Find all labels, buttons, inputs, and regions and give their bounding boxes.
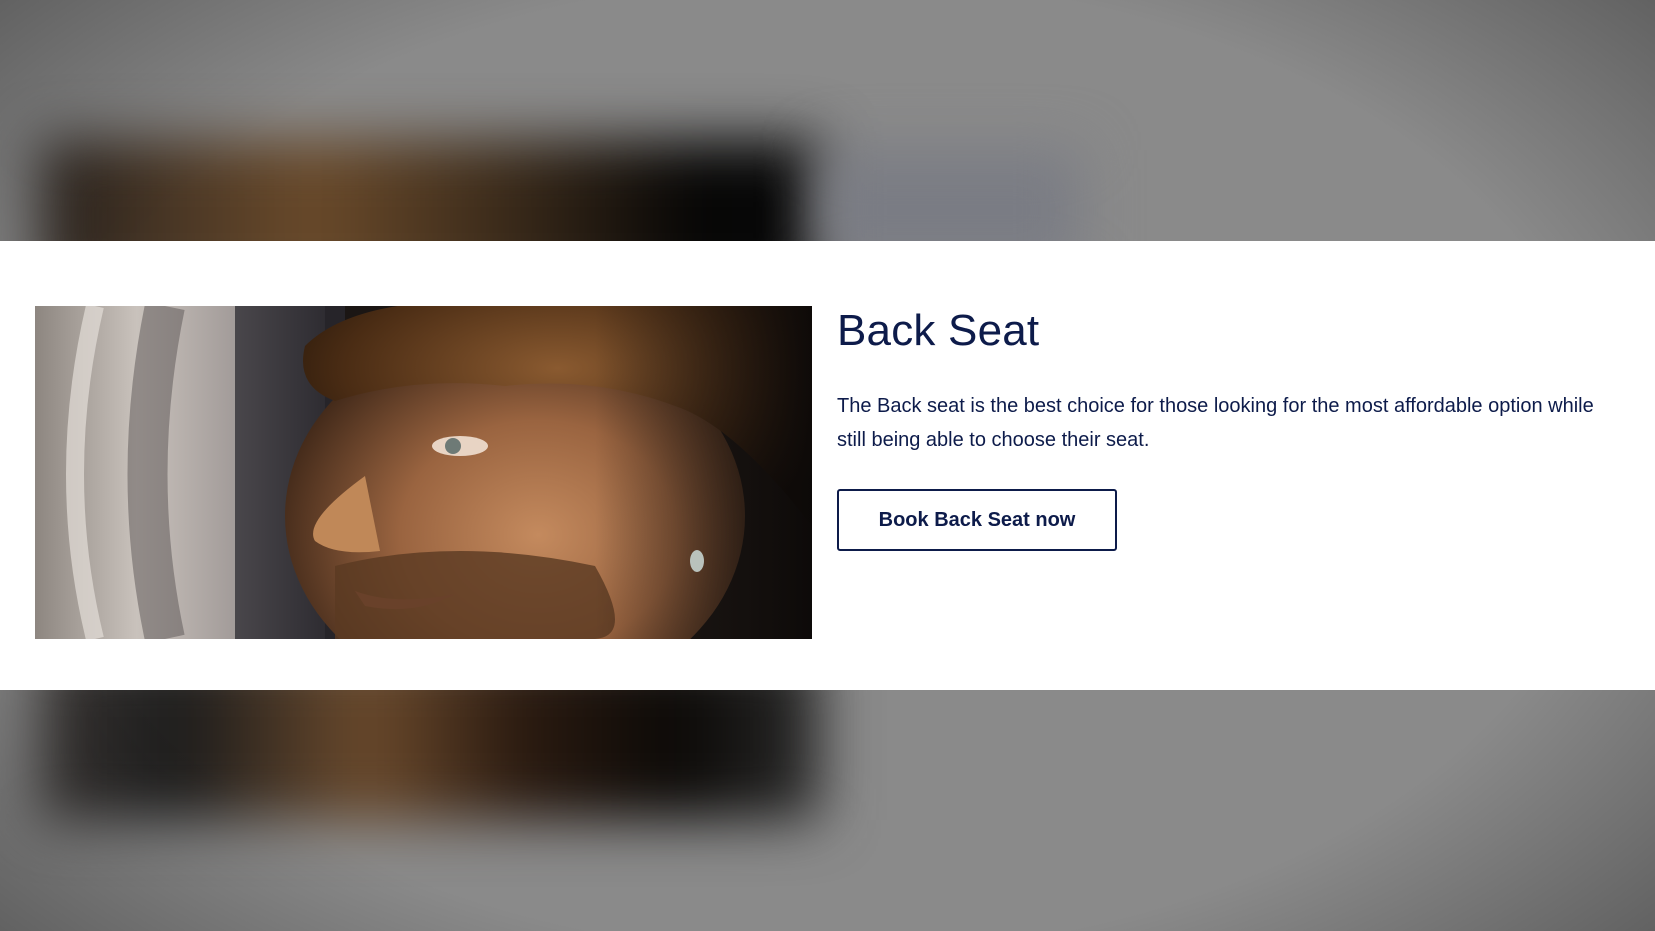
seat-title: Back Seat	[837, 306, 1040, 355]
seat-content: Back Seat The Back seat is the best choi…	[837, 303, 1627, 551]
seat-card: Back Seat The Back seat is the best choi…	[0, 241, 1655, 690]
book-back-seat-button[interactable]: Book Back Seat now	[837, 489, 1117, 551]
passenger-at-window-image	[35, 306, 812, 639]
blurred-backdrop-top[interactable]	[0, 0, 1655, 241]
blurred-backdrop-bottom[interactable]	[0, 690, 1655, 931]
seat-description: The Back seat is the best choice for tho…	[837, 395, 1594, 451]
modal-page: Back Seat The Back seat is the best choi…	[0, 0, 1655, 931]
seat-photo	[35, 306, 812, 639]
